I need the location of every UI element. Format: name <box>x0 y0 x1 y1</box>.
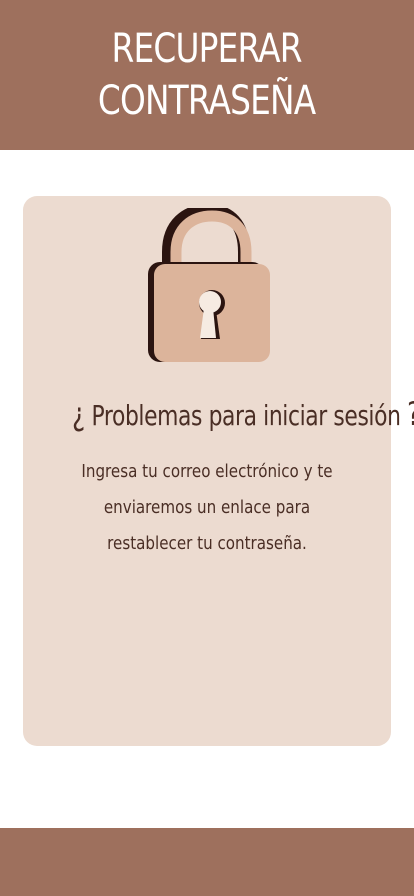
question-open-mark: ¿ <box>72 395 85 433</box>
page-title-line-2: CONTRASEÑA <box>98 78 316 124</box>
problem-heading-label: Problemas para iniciar sesión <box>91 399 401 432</box>
footer-bar <box>0 828 414 896</box>
instructions-label: Ingresa tu correo electrónico y te envia… <box>81 461 333 554</box>
problem-heading: ¿ Problemas para iniciar sesión ? <box>23 392 414 438</box>
lock-icon <box>148 208 270 362</box>
instructions-text: Ingresa tu correo electrónico y te envia… <box>48 454 366 562</box>
question-close-mark: ? <box>407 395 414 433</box>
page-title-line-1: RECUPERAR <box>111 26 303 72</box>
problem-heading-text: ¿ Problemas para iniciar sesión ? <box>72 392 414 438</box>
header-bar: RECUPERAR CONTRASEÑA <box>0 0 414 150</box>
page-title: RECUPERAR CONTRASEÑA <box>98 23 316 127</box>
